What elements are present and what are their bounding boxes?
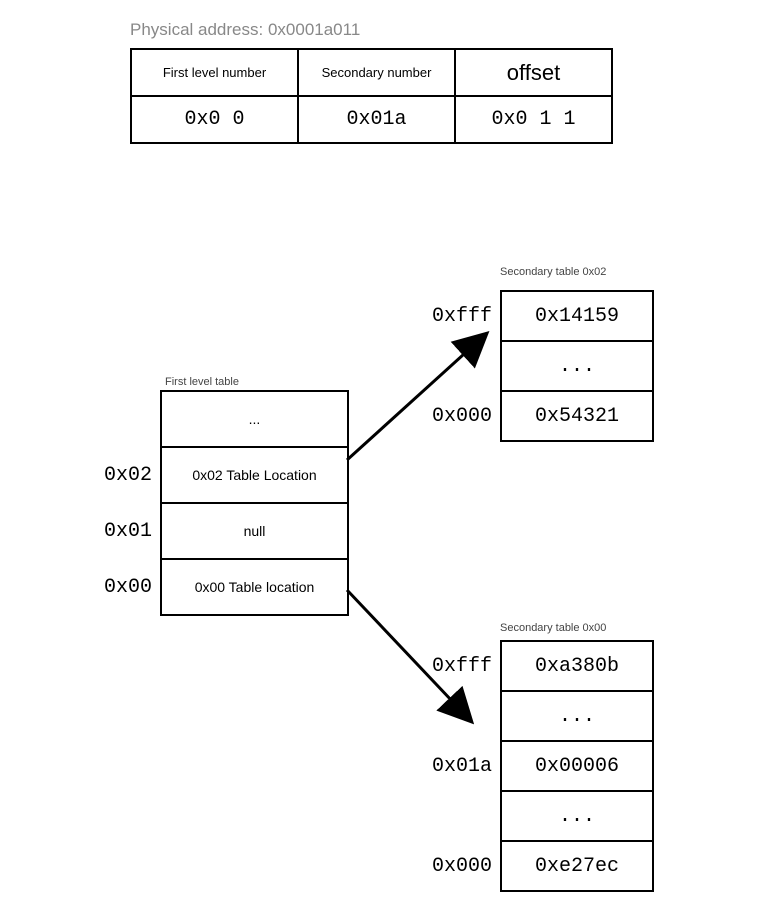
- table-row: 0xfff 0x14159: [502, 292, 652, 342]
- first-level-table: ... 0x02 0x02 Table Location 0x01 null 0…: [160, 390, 349, 616]
- table-row: 0x02 0x02 Table Location: [162, 448, 347, 504]
- row-index: 0xfff: [432, 305, 492, 328]
- row-value: 0x00006: [535, 755, 619, 778]
- table-row: 0x01 null: [162, 504, 347, 560]
- secondary-table-title: Secondary table 0x00: [500, 622, 606, 634]
- table-row: 0x000 0xe27ec: [502, 842, 652, 892]
- row-value: 0xe27ec: [535, 855, 619, 878]
- table-row: 0x00 0x00 Table location: [162, 560, 347, 616]
- row-index: 0x01: [104, 520, 152, 543]
- secondary-table-0x00: 0xfff 0xa380b ... 0x01a 0x00006 ... 0x00…: [500, 640, 654, 892]
- row-index: 0x01a: [432, 755, 492, 778]
- row-value: ...: [249, 411, 261, 427]
- table-row: 0x01a 0x00006: [502, 742, 652, 792]
- breakdown-header: offset: [456, 50, 611, 97]
- row-value: null: [244, 523, 266, 539]
- diagram-canvas: Physical address: 0x0001a011 First level…: [0, 0, 760, 915]
- table-row: ...: [502, 692, 652, 742]
- row-value: 0x54321: [535, 405, 619, 428]
- row-value: 0x14159: [535, 305, 619, 328]
- row-value: ...: [559, 705, 595, 728]
- row-index: 0xfff: [432, 655, 492, 678]
- row-index: 0x02: [104, 464, 152, 487]
- arrow-icon: [347, 335, 485, 460]
- secondary-table-title: Secondary table 0x02: [500, 266, 606, 278]
- row-value: 0xa380b: [535, 655, 619, 678]
- secondary-table-0x02: 0xfff 0x14159 ... 0x000 0x54321: [500, 290, 654, 442]
- row-value: 0x00 Table location: [195, 579, 315, 595]
- table-row: 0xfff 0xa380b: [502, 642, 652, 692]
- table-row: 0x000 0x54321: [502, 392, 652, 442]
- first-level-table-title: First level table: [165, 376, 239, 388]
- row-value: ...: [559, 355, 595, 378]
- row-value: ...: [559, 805, 595, 828]
- breakdown-header: Secondary number: [299, 50, 454, 97]
- breakdown-value: 0x0 0: [132, 97, 297, 142]
- table-row: ...: [502, 342, 652, 392]
- address-breakdown-table: First level number 0x0 0 Secondary numbe…: [130, 48, 613, 144]
- row-index: 0x00: [104, 576, 152, 599]
- row-index: 0x000: [432, 855, 492, 878]
- physical-address-label: Physical address: 0x0001a011: [130, 20, 360, 40]
- breakdown-value: 0x01a: [299, 97, 454, 142]
- breakdown-value: 0x0 1 1: [456, 97, 611, 142]
- table-row: ...: [162, 392, 347, 448]
- table-row: ...: [502, 792, 652, 842]
- row-index: 0x000: [432, 405, 492, 428]
- breakdown-header: First level number: [132, 50, 297, 97]
- row-value: 0x02 Table Location: [192, 467, 316, 483]
